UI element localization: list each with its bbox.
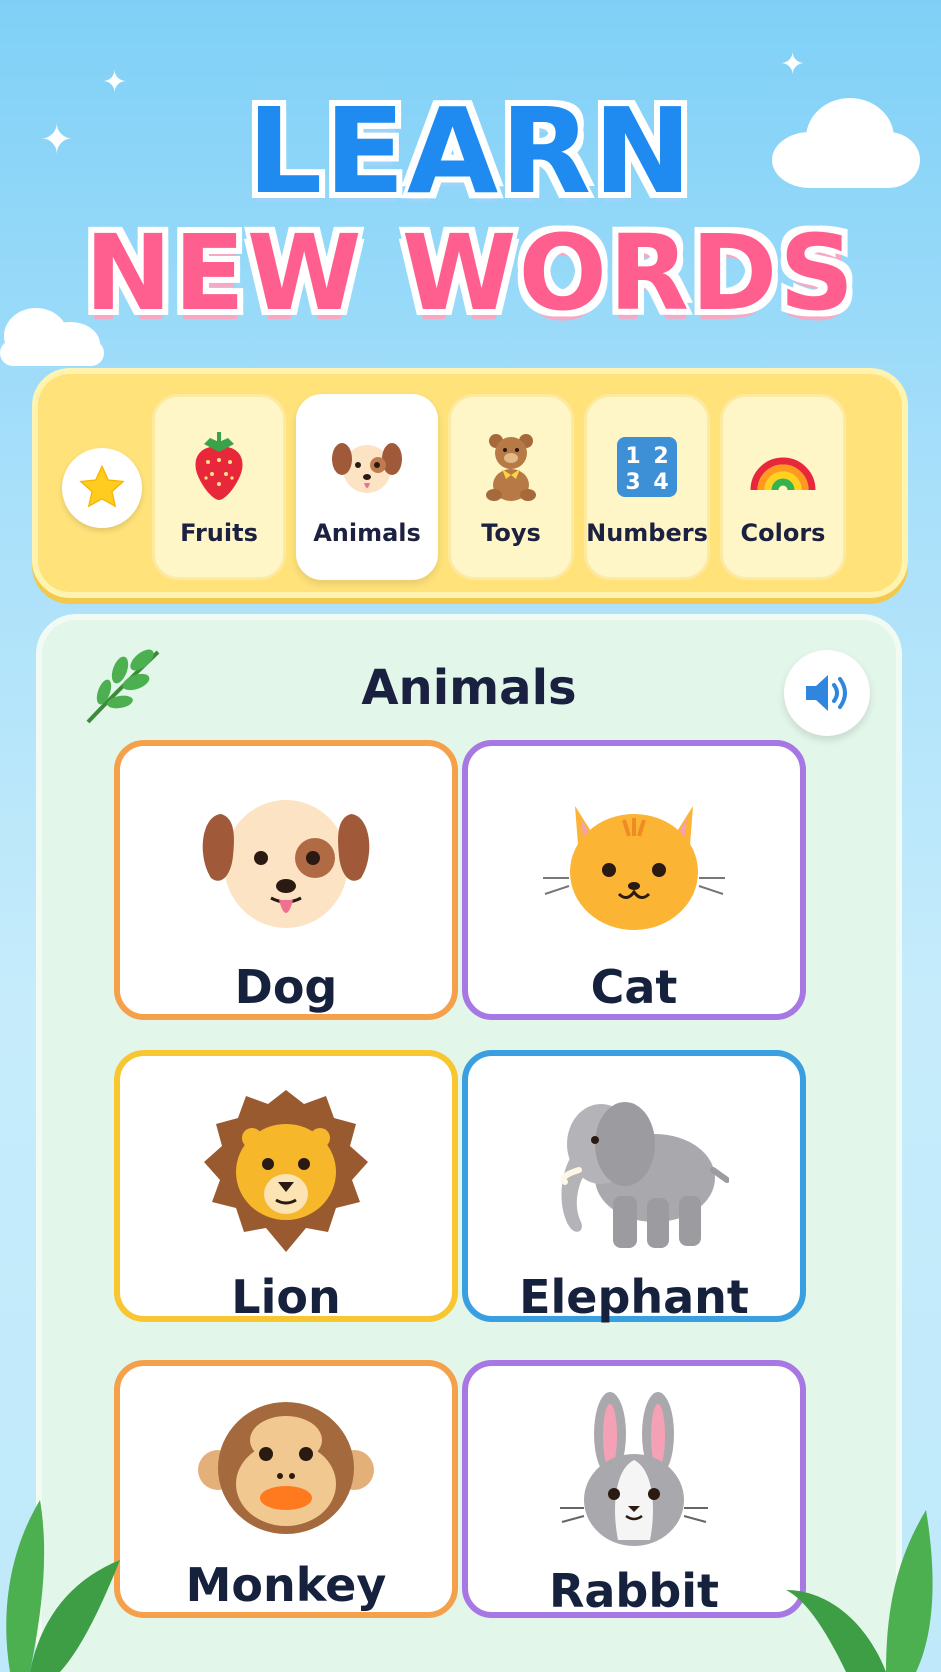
word-label: Rabbit	[548, 1564, 720, 1618]
star-icon	[79, 464, 125, 508]
tab-label: Numbers	[586, 519, 708, 547]
tab-colors[interactable]: Colors	[720, 394, 846, 580]
rainbow-icon	[750, 457, 816, 491]
tab-fruits[interactable]: Fruits	[152, 394, 286, 580]
word-label: Lion	[231, 1270, 341, 1324]
tab-label: Colors	[740, 519, 826, 547]
tab-numbers[interactable]: 1 2 3 4 Numbers	[584, 394, 710, 580]
tab-toys[interactable]: Toys	[448, 394, 574, 580]
numbers-icon: 1 2 3 4	[617, 437, 677, 497]
panel-title: Animals	[361, 660, 577, 716]
word-card-elephant[interactable]: Elephant	[462, 1050, 806, 1324]
svg-text:4: 4	[653, 470, 668, 495]
teddy-bear-icon	[486, 434, 536, 501]
word-card-cat[interactable]: Cat	[462, 740, 806, 1020]
monkey-icon	[198, 1402, 374, 1534]
word-label: Dog	[234, 960, 338, 1014]
strawberry-icon	[195, 432, 243, 500]
title-line-2: NEW WORDS	[84, 212, 857, 334]
svg-text:1: 1	[625, 444, 640, 469]
svg-text:3: 3	[625, 470, 640, 495]
word-label: Cat	[590, 960, 678, 1014]
tab-label: Animals	[313, 519, 421, 547]
word-panel: Animals Dog Cat Lion Elephant Monkey Rab…	[36, 614, 902, 1672]
sparkle-icon: ✦	[780, 47, 806, 82]
tab-label: Fruits	[180, 519, 258, 547]
rabbit-icon	[560, 1392, 708, 1546]
title-line-1: LEARN	[247, 82, 694, 220]
word-card-monkey[interactable]: Monkey	[114, 1360, 458, 1618]
word-card-rabbit[interactable]: Rabbit	[462, 1360, 806, 1618]
dog-icon	[202, 800, 370, 928]
speaker-icon	[806, 675, 847, 711]
plant-icon	[6, 1500, 120, 1672]
tab-label: Toys	[481, 519, 541, 547]
dog-face-icon	[332, 443, 402, 493]
word-label: Monkey	[185, 1558, 387, 1612]
category-bar: Fruits Animals Toys 1 2 3 4 Numbers Colo…	[32, 368, 908, 598]
plant-icon	[786, 1510, 933, 1672]
favorites-button[interactable]	[62, 448, 142, 528]
word-label: Elephant	[519, 1270, 749, 1324]
word-card-lion[interactable]: Lion	[114, 1050, 458, 1324]
cat-icon	[543, 806, 725, 930]
lion-icon	[204, 1090, 368, 1252]
svg-text:2: 2	[653, 444, 668, 469]
tab-animals[interactable]: Animals	[296, 394, 438, 580]
elephant-icon	[560, 1102, 729, 1248]
word-card-dog[interactable]: Dog	[114, 740, 458, 1020]
play-sound-button[interactable]	[784, 650, 870, 736]
